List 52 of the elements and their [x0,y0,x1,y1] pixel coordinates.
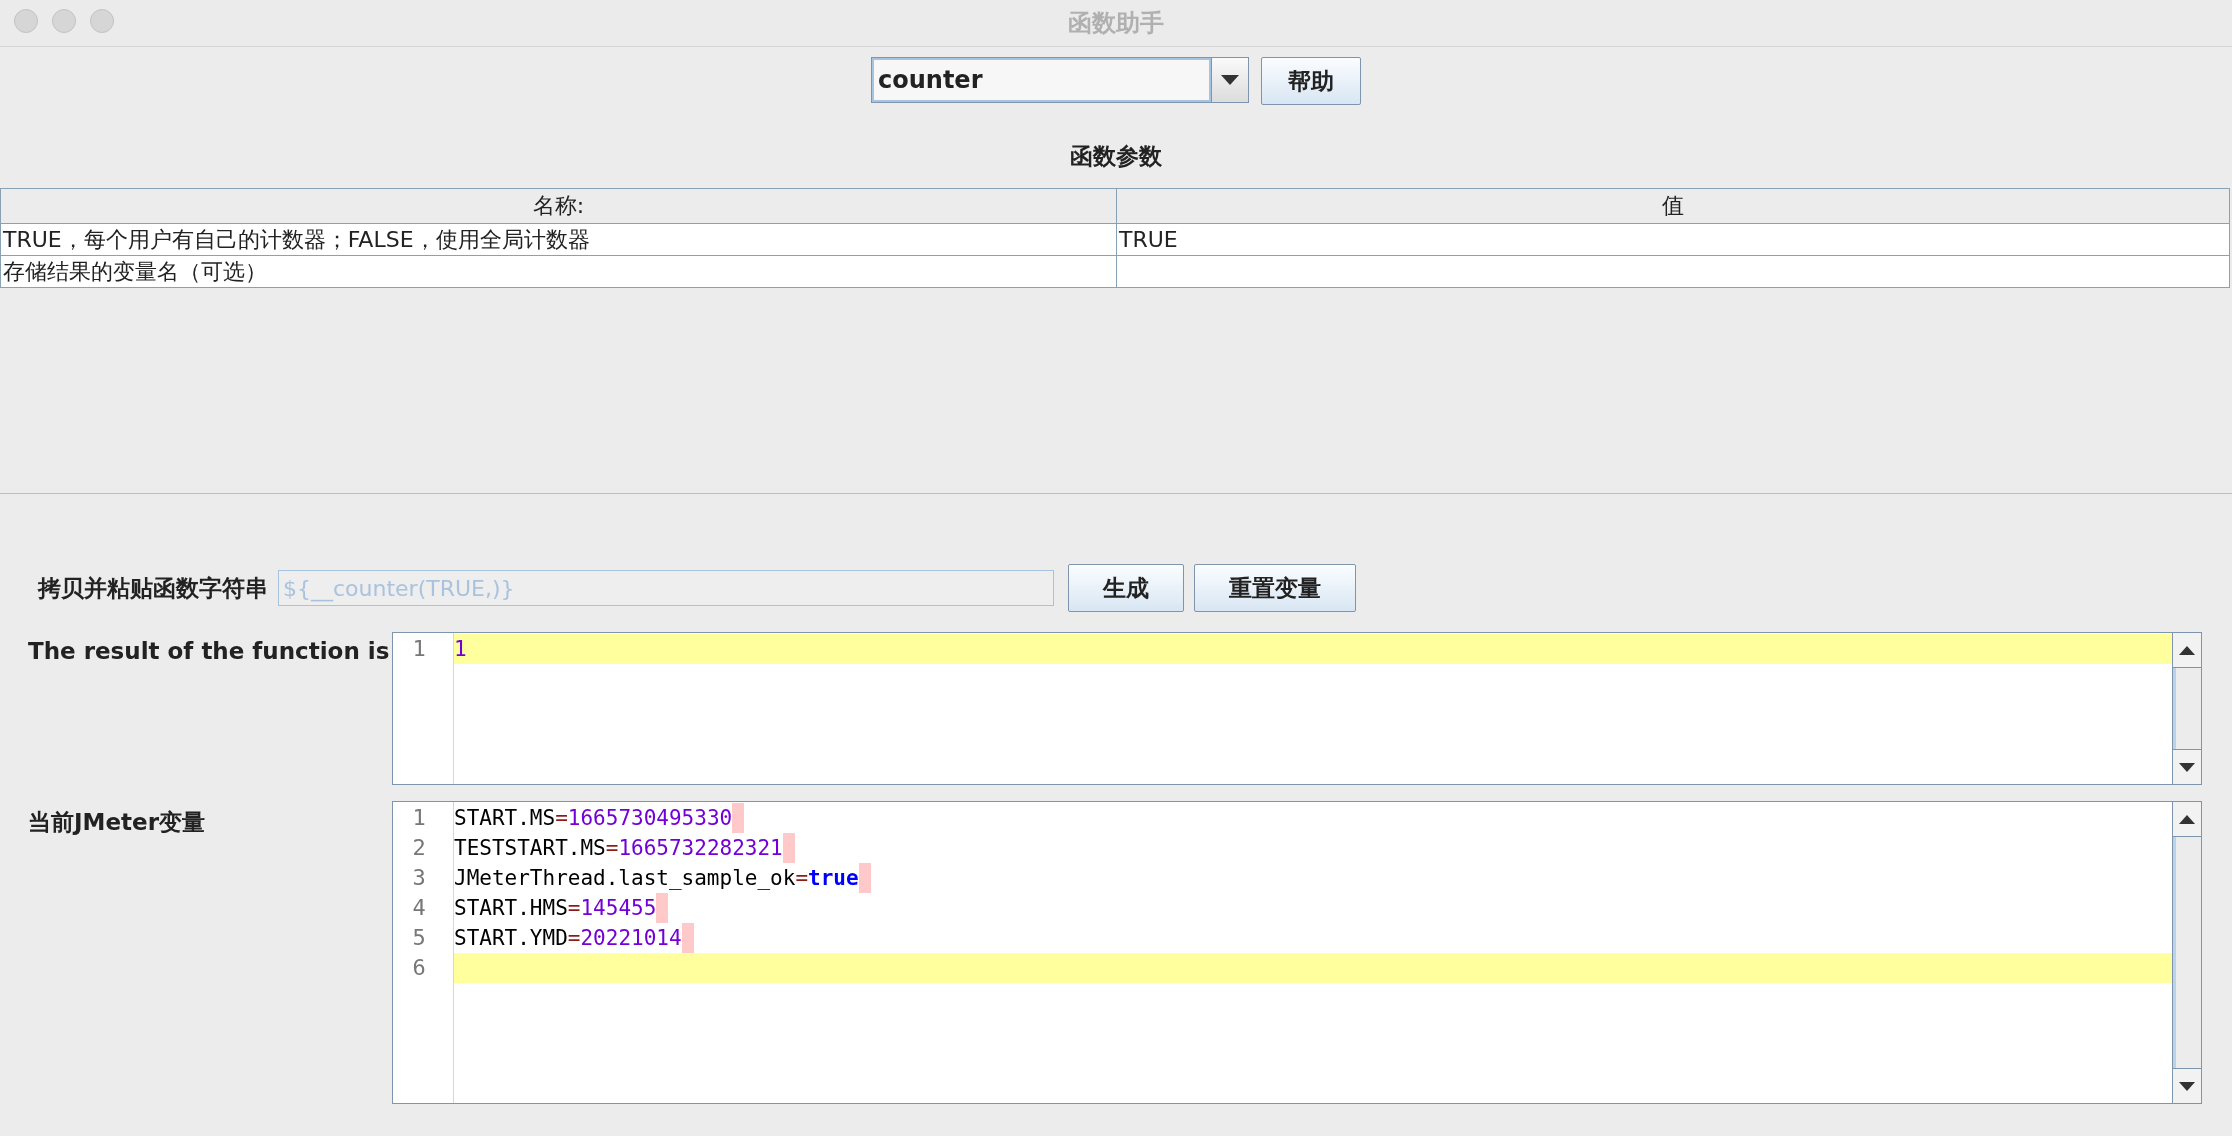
line-number: 4 [411,894,427,922]
text-editor[interactable]: 1 1 [392,632,2202,785]
equals-sign: = [567,895,581,922]
text-editor[interactable]: 1 2 3 4 5 6 START.MS=1665730495330 TESTSTART.MS=1665732282321 JMeterThread.last_sample_ok=true START.HMS=145455 START.YMD=20221014 [392,801,2202,1104]
variable-name: START.MS [454,805,556,832]
trailing-space-marker [782,833,795,863]
scroll-down-icon[interactable] [2179,762,2195,772]
scroll-up-icon[interactable] [2179,645,2195,655]
vertical-scrollbar[interactable] [2172,802,2201,1103]
field-label: 拷贝并粘贴函数字符串 [38,573,268,603]
table-cell: 存储结果的变量名（可选） [0,255,1117,288]
help-button[interactable]: 帮助 [1261,57,1361,105]
variable-value: 1665730495330 [567,805,733,832]
window-title: 函数助手 [1068,8,1164,39]
column-header: 名称: [0,188,1117,224]
reset-variables-button[interactable]: 重置变量 [1194,564,1356,612]
variable-value: true [808,865,859,892]
variable-value: 20221014 [580,925,682,952]
variable-name: TESTSTART.MS [454,835,606,862]
variable-value: 145455 [580,895,657,922]
dropdown-arrow-icon [1221,75,1239,85]
line-number: 1 [411,804,427,832]
equals-sign: = [567,925,581,952]
table-cell[interactable]: TRUE [1116,223,2230,256]
vertical-scrollbar[interactable] [2172,633,2201,784]
scroll-up-icon[interactable] [2179,814,2195,824]
trailing-space-marker [858,863,871,893]
variable-value: 1 [454,636,467,663]
equals-sign: = [605,835,619,862]
trailing-space-marker [681,923,694,953]
equals-sign: = [555,805,568,832]
variable-name: JMeterThread.last_sample_ok [454,865,796,892]
column-header: 值 [1116,188,2230,224]
equals-sign: = [795,865,809,892]
section-title: 函数参数 [1069,142,1163,171]
line-number: 2 [411,834,427,862]
field-label: 当前JMeter变量 [28,808,206,837]
generate-button[interactable]: 生成 [1068,564,1184,612]
table-cell: TRUE，每个用户有自己的计数器；FALSE，使用全局计数器 [0,223,1117,256]
variable-name: START.HMS [454,895,568,922]
line-number: 6 [411,954,427,982]
trailing-space-marker [656,893,669,923]
field-label: The result of the function is [28,637,391,666]
table-cell[interactable] [1116,255,2230,288]
variable-name: START.YMD [454,925,568,952]
line-number: 3 [411,864,427,892]
variable-value: 1665732282321 [618,835,783,862]
line-number: 1 [411,635,427,663]
function-dropdown[interactable]: counter [871,57,1249,103]
scroll-down-icon[interactable] [2179,1081,2195,1091]
line-number: 5 [411,924,427,952]
trailing-space-marker [732,803,745,833]
